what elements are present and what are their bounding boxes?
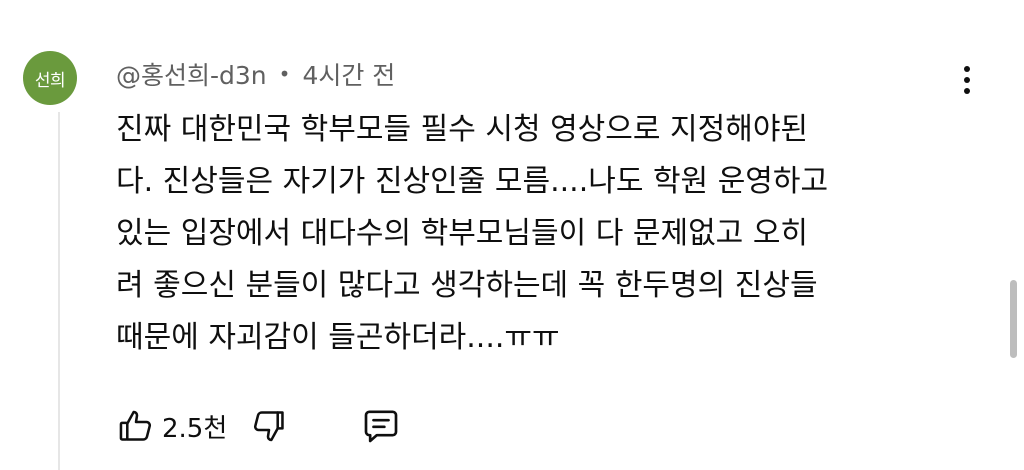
- comment-actions: 2.5천: [114, 404, 403, 448]
- comment-line: 있는 입장에서 대다수의 학부모님들이 다 문제없고 오히: [116, 216, 809, 251]
- avatar[interactable]: 선희: [23, 51, 77, 105]
- comment-line: 진짜 대한민국 학부모들 필수 시청 영상으로 지정해야된: [116, 112, 809, 147]
- dislike-button[interactable]: [247, 404, 291, 448]
- comment-line: 다. 진상들은 자기가 진상인줄 모름....나도 학원 운영하고: [116, 164, 829, 199]
- comment-timestamp[interactable]: 4시간 전: [302, 56, 395, 92]
- thumb-down-icon: [254, 411, 285, 442]
- like-button[interactable]: [114, 404, 158, 448]
- comment-reply-icon: [364, 410, 398, 443]
- comment-body: 진짜 대한민국 학부모들 필수 시청 영상으로 지정해야된 다. 진상들은 자기…: [116, 104, 966, 364]
- comment-line: 때문에 자괴감이 들곤하더라....ㅠㅠ: [116, 320, 560, 355]
- thread-line: [58, 112, 60, 470]
- more-vert-icon: [964, 66, 970, 72]
- thumb-up-icon: [119, 410, 152, 441]
- meta-separator: •: [278, 62, 291, 86]
- author-name[interactable]: @홍선희-d3n: [116, 56, 267, 92]
- more-options-button[interactable]: [952, 60, 982, 100]
- comment-line: 려 좋으신 분들이 많다고 생각하는데 꼭 한두명의 진상들: [116, 268, 818, 303]
- like-count: 2.5천: [162, 413, 228, 444]
- scrollbar[interactable]: [1010, 280, 1017, 358]
- comment-header: @홍선희-d3n • 4시간 전: [116, 56, 395, 92]
- reply-button[interactable]: [359, 404, 403, 448]
